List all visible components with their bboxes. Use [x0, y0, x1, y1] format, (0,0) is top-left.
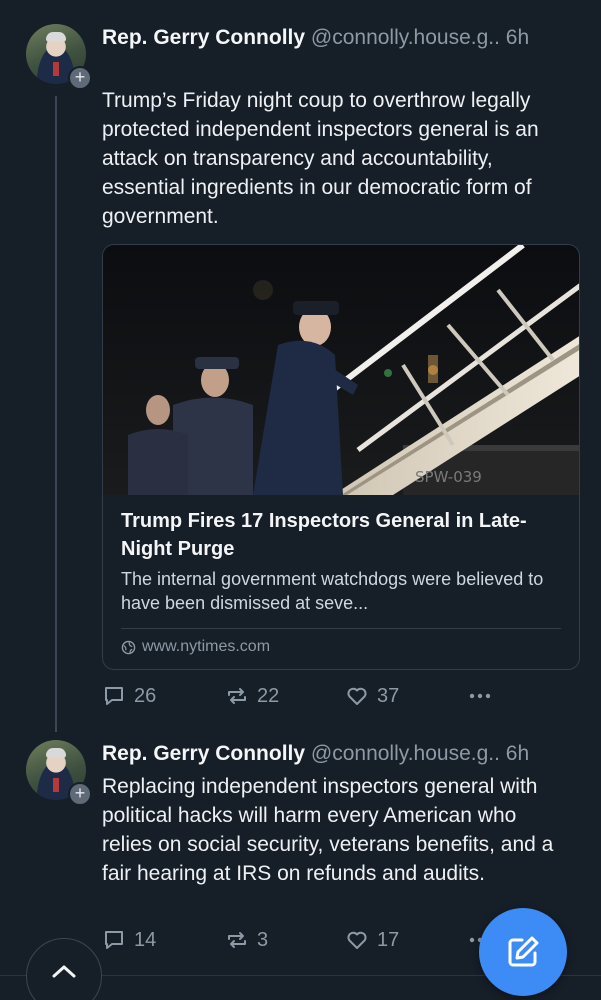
post-time: 6h — [505, 742, 530, 765]
avatar-hair — [46, 32, 66, 42]
follow-plus-icon[interactable]: + — [68, 782, 92, 806]
avatar-hair — [46, 748, 66, 758]
repost-button[interactable]: 3 — [225, 928, 268, 952]
card-divider — [121, 628, 561, 629]
post-actions: 14 3 17 — [102, 928, 522, 958]
repost-arrows-icon — [228, 688, 246, 704]
follow-plus-icon[interactable]: + — [68, 66, 92, 90]
repost-button[interactable]: 22 — [225, 684, 279, 708]
avatar-tie — [53, 778, 59, 792]
reply-count: 26 — [134, 684, 157, 707]
card-domain: www.nytimes.com — [121, 638, 270, 656]
repost-arrows-icon — [228, 932, 246, 948]
like-button[interactable]: 37 — [345, 684, 399, 708]
speech-bubble-icon — [105, 687, 123, 705]
post-time: 6h — [505, 26, 530, 49]
reply-count: 14 — [134, 928, 157, 951]
post-text: Replacing independent inspectors general… — [102, 775, 554, 885]
avatar-tie — [53, 62, 59, 76]
author-handle[interactable]: @connolly.house.g.. — [311, 26, 500, 49]
post-header: Rep. Gerry Connolly @connolly.house.g.. … — [102, 26, 529, 50]
heart-icon — [347, 687, 367, 705]
more-button[interactable] — [467, 684, 493, 708]
author-name[interactable]: Rep. Gerry Connolly — [102, 742, 305, 765]
compose-button[interactable] — [479, 908, 567, 996]
speech-bubble-icon — [105, 931, 123, 949]
avatar[interactable]: + — [26, 24, 92, 90]
repost-count: 3 — [257, 928, 269, 951]
avatar[interactable]: + — [26, 740, 92, 806]
globe-icon — [121, 640, 136, 654]
post-header: Rep. Gerry Connolly @connolly.house.g.. … — [102, 742, 529, 766]
thread-line — [55, 96, 57, 732]
card-image: SPW-039 — [103, 245, 579, 495]
author-name[interactable]: Rep. Gerry Connolly — [102, 26, 305, 49]
post-text: Trump’s Friday night coup to overthrow l… — [102, 89, 539, 228]
card-description: The internal government watchdogs were b… — [121, 569, 544, 613]
card-title[interactable]: Trump Fires 17 Inspectors General in Lat… — [121, 507, 561, 563]
reply-button[interactable]: 14 — [102, 928, 156, 952]
chevron-up-icon — [52, 965, 76, 978]
repost-count: 22 — [257, 684, 280, 707]
author-handle[interactable]: @connolly.house.g.. — [311, 742, 500, 765]
like-count: 17 — [377, 928, 400, 951]
ellipsis-icon — [469, 693, 491, 699]
link-card[interactable]: SPW-039 Trump Fires 17 Inspectors Genera… — [102, 244, 580, 670]
card-domain-text: www.nytimes.com — [142, 638, 271, 655]
like-count: 37 — [377, 684, 400, 707]
heart-icon — [347, 931, 367, 949]
post[interactable]: + Rep. Gerry Connolly @connolly.house.g.… — [0, 0, 601, 732]
like-button[interactable]: 17 — [345, 928, 399, 952]
post-actions: 26 22 37 — [102, 684, 522, 714]
compose-pencil-icon — [508, 936, 539, 967]
card-image-text: SPW-039 — [415, 468, 482, 486]
reply-button[interactable]: 26 — [102, 684, 156, 708]
